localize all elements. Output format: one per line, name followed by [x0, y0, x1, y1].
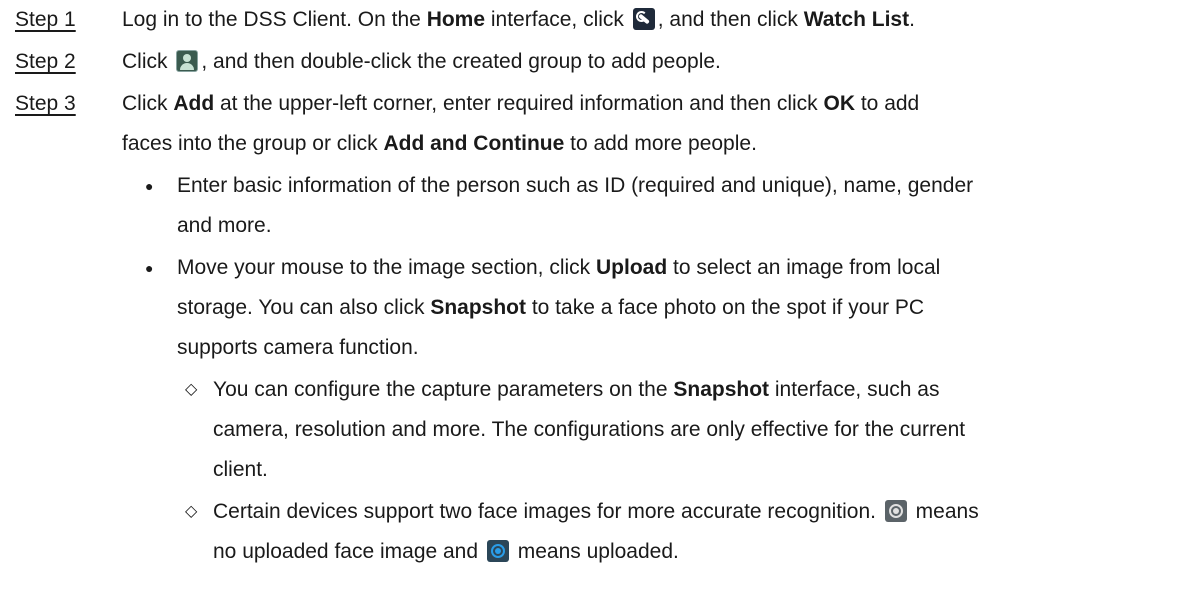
- text-run: no uploaded face image and: [213, 540, 484, 563]
- step-2-line: Click , and then double-click the create…: [122, 42, 1162, 82]
- step-1-label: Step 1: [15, 8, 76, 31]
- bullet-line: supports camera function.: [177, 336, 419, 359]
- home-keyword: Home: [426, 8, 486, 31]
- face-uploaded-icon: [486, 540, 509, 562]
- person-group-icon: [176, 50, 199, 72]
- text-run: interface, such as: [769, 378, 940, 401]
- text-run: Log in to the DSS Client. On the: [122, 8, 427, 31]
- text-run: to add: [855, 92, 920, 115]
- text-run: Certain devices support two face images …: [213, 500, 882, 523]
- text-run: Click: [122, 50, 174, 73]
- text-run: to take a face photo on the spot if your…: [526, 296, 925, 319]
- step-2-text: Click , and then double-click the create…: [122, 42, 1162, 82]
- text-run: Move your mouse to the image section, cl…: [177, 256, 597, 279]
- subbullet-two-face-images-text: Certain devices support two face images …: [213, 492, 1173, 572]
- wrench-icon: [632, 8, 655, 30]
- ok-keyword: OK: [823, 92, 856, 115]
- text-run: means uploaded.: [511, 540, 679, 563]
- subbullet-capture-params-text: You can configure the capture parameters…: [213, 370, 1173, 490]
- bullet-line: and more.: [177, 214, 272, 237]
- text-run: at the upper-left corner, enter required…: [214, 92, 824, 115]
- step-3-label: Step 3: [15, 92, 76, 115]
- text-run: means: [909, 500, 979, 523]
- subbullet-line: camera, resolution and more. The configu…: [213, 418, 966, 441]
- text-run: faces into the group or click: [122, 132, 384, 155]
- snapshot-keyword: Snapshot: [673, 378, 770, 401]
- step-3-line-1: Click Add at the upper-left corner, ente…: [122, 84, 1162, 124]
- add-and-continue-keyword: Add and Continue: [383, 132, 565, 155]
- step-3-line-2: faces into the group or click Add and Co…: [122, 124, 1162, 164]
- bullet-line: Enter basic information of the person su…: [177, 174, 974, 197]
- step-1-text: Log in to the DSS Client. On the Home in…: [122, 0, 1162, 40]
- diamond-bullet-icon: ◇: [185, 381, 198, 398]
- bullet-image-upload-text: Move your mouse to the image section, cl…: [177, 248, 1157, 368]
- add-keyword: Add: [173, 92, 215, 115]
- bullet-dot-icon: ●: [145, 260, 154, 276]
- upload-keyword: Upload: [596, 256, 668, 279]
- watch-list-keyword: Watch List: [803, 8, 910, 31]
- subbullet-line: client.: [213, 458, 268, 481]
- bullet-basic-info-text: Enter basic information of the person su…: [177, 166, 1157, 246]
- bullet-line: Move your mouse to the image section, cl…: [177, 248, 1157, 288]
- text-run: interface, click: [485, 8, 630, 31]
- bullet-line: storage. You can also click Snapshot to …: [177, 288, 1157, 328]
- snapshot-keyword: Snapshot: [430, 296, 526, 319]
- text-run: Click: [122, 92, 174, 115]
- subbullet-line: no uploaded face image and means uploade…: [213, 532, 1173, 572]
- subbullet-line: You can configure the capture parameters…: [213, 370, 1173, 410]
- text-run: You can configure the capture parameters…: [213, 378, 674, 401]
- text-run: to add more people.: [564, 132, 757, 155]
- text-run: , and then double-click the created grou…: [201, 50, 721, 73]
- text-run: , and then click: [657, 8, 804, 31]
- document-page: Step 1 Log in to the DSS Client. On the …: [0, 0, 1184, 589]
- subbullet-line: Certain devices support two face images …: [213, 492, 1173, 532]
- text-run: to select an image from local: [667, 256, 941, 279]
- text-run: storage. You can also click: [177, 296, 431, 319]
- diamond-bullet-icon: ◇: [185, 503, 198, 520]
- bullet-dot-icon: ●: [145, 178, 154, 194]
- step-2-label: Step 2: [15, 50, 76, 73]
- step-1-line: Log in to the DSS Client. On the Home in…: [122, 0, 1162, 40]
- face-not-uploaded-icon: [884, 500, 907, 522]
- step-3-text: Click Add at the upper-left corner, ente…: [122, 84, 1162, 164]
- text-run: .: [909, 8, 915, 31]
